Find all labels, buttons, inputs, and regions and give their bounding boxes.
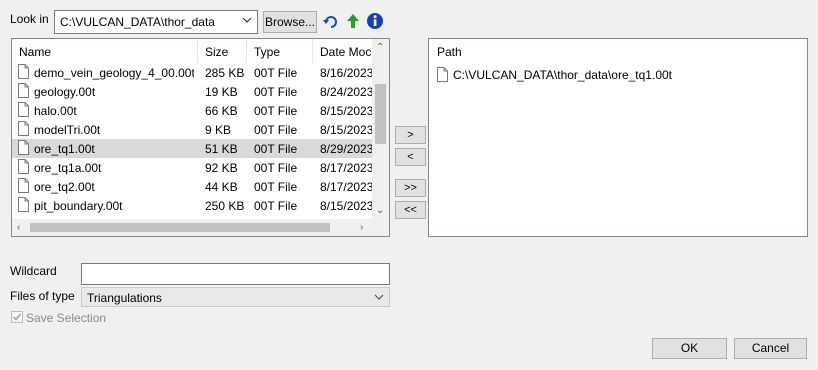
file-name: modelTri.00t xyxy=(34,123,101,137)
file-icon xyxy=(18,64,29,79)
file-date: 8/17/2023 xyxy=(320,180,374,194)
look-in-label: Look in xyxy=(10,12,49,26)
cancel-button[interactable]: Cancel xyxy=(734,338,807,359)
file-row[interactable]: ore_tq1.00t 51 KB 00T File 8/29/2023 xyxy=(12,139,374,158)
file-name: halo.00t xyxy=(34,104,77,118)
files-of-type-select[interactable]: Triangulations xyxy=(81,287,390,307)
file-size: 66 KB xyxy=(205,104,238,118)
file-row[interactable]: ore_tq1a.00t 92 KB 00T File 8/17/2023 xyxy=(12,158,374,177)
back-arrow-icon[interactable] xyxy=(322,13,340,31)
file-icon xyxy=(18,121,29,136)
files-of-type-label: Files of type xyxy=(10,289,75,303)
file-date: 8/29/2023 xyxy=(320,142,374,156)
file-icon xyxy=(18,159,29,174)
file-size: 9 KB xyxy=(205,123,232,137)
file-row[interactable]: demo_vein_geology_4_00.00t 285 KB 00T File… xyxy=(12,63,374,82)
vertical-scroll-thumb[interactable] xyxy=(375,84,386,144)
file-name: pit_boundary.00t xyxy=(34,199,123,213)
file-name: ore_tq2.00t xyxy=(34,180,95,194)
file-name: ore_tq1.00t xyxy=(34,142,95,156)
file-size: 19 KB xyxy=(205,85,238,99)
file-icon xyxy=(18,178,29,193)
save-selection-label: Save Selection xyxy=(26,311,107,325)
horizontal-scroll-thumb[interactable] xyxy=(30,223,330,232)
scroll-left-icon[interactable]: ‹ xyxy=(17,222,20,234)
file-list[interactable]: Name Size Type Date Moc demo_vein_geolog… xyxy=(11,38,390,237)
up-folder-icon[interactable] xyxy=(344,12,362,30)
file-type: 00T File xyxy=(254,123,298,137)
file-date: 8/24/2023 xyxy=(320,85,374,99)
chevron-down-icon xyxy=(374,294,384,300)
file-date: 8/16/2023 xyxy=(320,66,374,80)
file-row[interactable]: pit_boundary.00t 250 KB 00T File 8/15/2023 xyxy=(12,196,374,215)
horizontal-scrollbar[interactable]: ‹ › xyxy=(12,219,374,236)
file-type: 00T File xyxy=(254,66,298,80)
file-row[interactable]: geology.00t 19 KB 00T File 8/24/2023 xyxy=(12,82,374,101)
save-selection-checkbox[interactable] xyxy=(11,311,23,323)
file-row[interactable]: modelTri.00t 9 KB 00T File 8/15/2023 xyxy=(12,120,374,139)
column-date-header[interactable]: Date Moc xyxy=(320,45,374,59)
scroll-up-icon[interactable]: ⌃ xyxy=(376,42,384,54)
file-size: 51 KB xyxy=(205,142,238,156)
info-icon[interactable] xyxy=(366,12,384,30)
checkmark-icon xyxy=(13,313,22,321)
files-of-type-value: Triangulations xyxy=(87,291,162,305)
file-type: 00T File xyxy=(254,180,298,194)
path-list-item[interactable]: C:\VULCAN_DATA\thor_data\ore_tq1.00t xyxy=(429,65,807,84)
file-type: 00T File xyxy=(254,85,298,99)
file-name: geology.00t xyxy=(34,85,96,99)
add-button[interactable]: > xyxy=(395,126,426,144)
file-icon xyxy=(18,140,29,155)
scroll-down-icon[interactable]: ⌄ xyxy=(376,205,384,217)
file-icon xyxy=(18,197,29,212)
path-header: Path xyxy=(437,45,462,59)
browse-button[interactable]: Browse... xyxy=(263,11,317,33)
add-all-button[interactable]: >> xyxy=(395,179,426,197)
file-size: 44 KB xyxy=(205,180,238,194)
remove-button[interactable]: < xyxy=(395,148,426,166)
file-type: 00T File xyxy=(254,142,298,156)
file-date: 8/15/2023 xyxy=(320,199,374,213)
file-size: 92 KB xyxy=(205,161,238,175)
file-name: demo_vein_geology_4_00.00t xyxy=(34,66,194,80)
file-icon xyxy=(18,83,29,98)
column-size-header[interactable]: Size xyxy=(205,45,228,59)
file-type: 00T File xyxy=(254,199,298,213)
file-name: ore_tq1a.00t xyxy=(34,161,102,175)
ok-button[interactable]: OK xyxy=(652,338,727,359)
remove-all-button[interactable]: << xyxy=(395,201,426,219)
file-row[interactable]: ore_tq2.00t 44 KB 00T File 8/17/2023 xyxy=(12,177,374,196)
file-icon xyxy=(18,102,29,117)
column-name-header[interactable]: Name xyxy=(19,45,51,59)
wildcard-input[interactable] xyxy=(81,263,390,285)
file-row[interactable]: halo.00t 66 KB 00T File 8/15/2023 xyxy=(12,101,374,120)
file-icon xyxy=(437,67,448,82)
look-in-combo[interactable]: C:\VULCAN_DATA\thor_data xyxy=(54,10,258,34)
wildcard-label: Wildcard xyxy=(10,264,57,278)
file-date: 8/17/2023 xyxy=(320,161,374,175)
column-type-header[interactable]: Type xyxy=(254,45,280,59)
file-size: 285 KB xyxy=(205,66,245,80)
chevron-down-icon xyxy=(242,17,252,23)
path-item-text: C:\VULCAN_DATA\thor_data\ore_tq1.00t xyxy=(453,68,672,82)
scroll-corner xyxy=(372,219,389,236)
file-date: 8/15/2023 xyxy=(320,104,374,118)
file-type: 00T File xyxy=(254,104,298,118)
file-type: 00T File xyxy=(254,161,298,175)
scroll-right-icon[interactable]: › xyxy=(360,222,363,234)
look-in-path: C:\VULCAN_DATA\thor_data xyxy=(60,15,215,29)
file-size: 250 KB xyxy=(205,199,245,213)
file-date: 8/15/2023 xyxy=(320,123,374,137)
path-list[interactable]: Path C:\VULCAN_DATA\thor_data\ore_tq1.00… xyxy=(428,38,808,237)
vertical-scrollbar[interactable]: ⌃ ⌄ xyxy=(372,39,389,219)
